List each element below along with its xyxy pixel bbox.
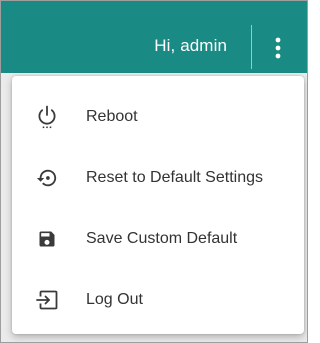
app-bar: Hi, admin [1,1,307,73]
app-window: Hi, admin Reboot Reset to Default Settin… [0,0,308,343]
menu-item-label: Reboot [86,107,138,125]
more-options-button[interactable] [263,31,293,65]
menu-item-label: Log Out [86,290,143,308]
restore-icon [36,167,58,189]
user-menu: Reboot Reset to Default Settings Save Cu… [12,76,304,334]
menu-item-save-custom-default[interactable]: Save Custom Default [12,208,304,269]
more-vert-icon [275,37,281,59]
menu-item-log-out[interactable]: Log Out [12,269,304,330]
power-icon [36,105,58,128]
menu-item-label: Save Custom Default [86,229,238,247]
menu-item-reset-default[interactable]: Reset to Default Settings [12,147,304,208]
user-greeting: Hi, admin [154,36,227,55]
app-bar-divider [251,25,252,69]
menu-item-label: Reset to Default Settings [86,168,263,186]
save-icon [36,228,58,250]
menu-item-reboot[interactable]: Reboot [12,86,304,147]
logout-icon [36,289,58,311]
